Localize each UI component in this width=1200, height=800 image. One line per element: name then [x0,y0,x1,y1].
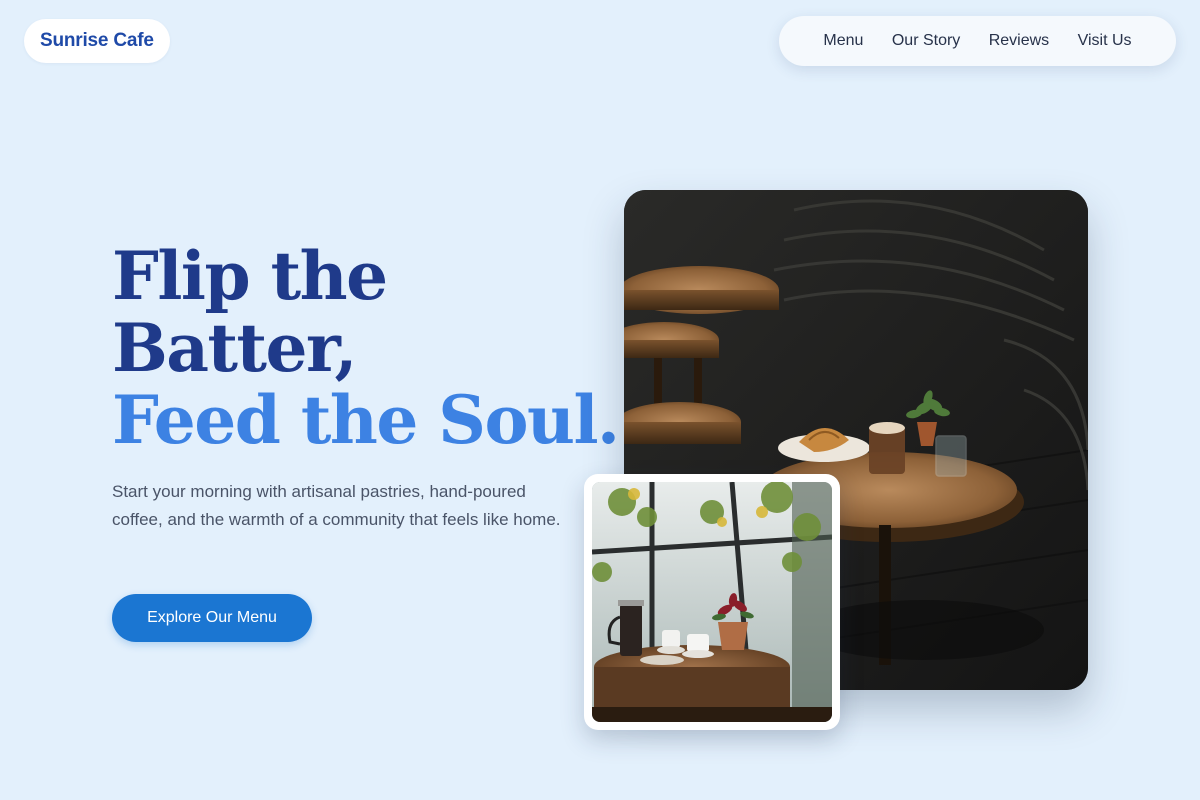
nav-item-menu[interactable]: Menu [821,28,865,54]
brand-logo[interactable]: Sunrise Cafe [24,19,170,63]
cafe-window-image [592,482,832,722]
headline-line-2: Batter, [112,309,357,387]
headline-line-3: Feed the Soul. [112,381,620,459]
cafe-window-illustration [592,482,832,722]
hero-headline: Flip the Batter, Feed the Soul. [112,237,620,459]
hero-subtext: Start your morning with artisanal pastri… [112,482,561,529]
nav-item-our-story[interactable]: Our Story [890,28,962,54]
explore-menu-button[interactable]: Explore Our Menu [112,594,312,642]
main-nav: Menu Our Story Reviews Visit Us [779,16,1176,66]
headline-line-1: Flip the [112,237,388,315]
nav-item-visit-us[interactable]: Visit Us [1076,28,1134,54]
cafe-window-image-frame [584,474,840,730]
nav-item-reviews[interactable]: Reviews [987,28,1051,54]
